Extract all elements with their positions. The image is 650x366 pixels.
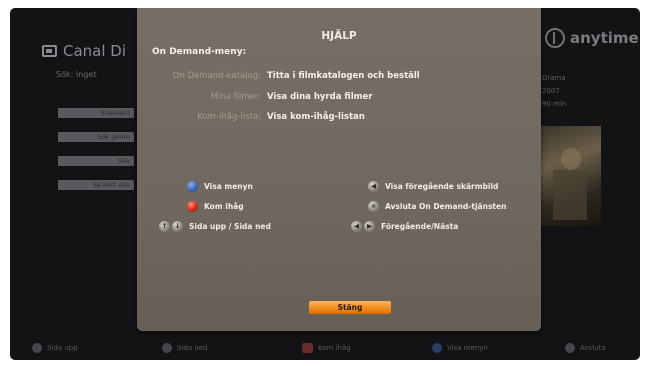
gray-key-icon [162, 343, 172, 353]
background-menu: Standard Sök genre Sök Se bort alla [58, 108, 134, 204]
brand-name: Canal Di [63, 42, 127, 60]
help-row-label: On Demand-katalog: [172, 71, 261, 81]
help-row-value: Visa kom-ihåg-listan [267, 112, 365, 122]
help-row-value: Titta i filmkatalogen och beställ [267, 71, 420, 81]
tv-logo-icon [42, 45, 57, 57]
search-status: Sök: Inget [56, 70, 97, 79]
red-key-icon [187, 201, 198, 212]
bottom-key-item: Sida upp [32, 343, 78, 353]
help-dialog: HJÄLP On Demand-meny: On Demand-katalog:… [137, 8, 541, 331]
exit-key-icon: × [368, 201, 379, 212]
help-row-label: Kom-ihåg-lista: [197, 112, 261, 122]
bottom-key-item: Kom ihåg [302, 343, 351, 353]
movie-year: 2007 [542, 87, 560, 95]
canal-digital-logo: Canal Di [42, 42, 126, 60]
blue-key-icon [432, 343, 442, 353]
movie-duration: 90 min [542, 100, 567, 108]
movie-genre: Drama [542, 74, 566, 82]
dialog-title: HJÄLP [321, 30, 357, 42]
red-key-icon [302, 343, 313, 353]
background-menu-item: Se bort alla [58, 180, 134, 190]
legend-item: ↑ ↓ Sida upp / Sida ned [159, 221, 271, 232]
blue-key-icon [187, 181, 198, 192]
bottom-key-item: Sida ned [162, 343, 208, 353]
close-button[interactable]: Stäng [309, 301, 391, 314]
legend-item: ◀ Visa föregående skärmbild [368, 181, 498, 192]
back-key-icon: ◀ [368, 181, 379, 192]
bottom-key-bar: Sida upp Sida ned Kom ihåg Visa menyn Av… [10, 340, 640, 360]
bottom-key-item: Avsluta [565, 343, 606, 353]
background-menu-item: Sök [58, 156, 134, 166]
anytime-logo: anytime [545, 28, 639, 48]
gray-key-icon [32, 343, 42, 353]
movie-info: Drama 2007 90 min [542, 72, 566, 111]
help-row-label: Mina filmer: [210, 92, 261, 102]
legend-item: × Avsluta On Demand-tjänsten [368, 201, 506, 212]
dialog-subtitle: On Demand-meny: [152, 47, 247, 57]
legend-item: Kom ihåg [187, 201, 244, 212]
tv-screen: Canal Di Sök: Inget Standard Sök genre S… [10, 8, 640, 360]
background-menu-item: Standard [58, 108, 134, 118]
bottom-key-item: Visa menyn [432, 343, 488, 353]
prev-next-keys-icon: ◀ ▶ [351, 221, 375, 232]
anytime-wordmark: anytime [570, 29, 639, 47]
page-keys-icon: ↑ ↓ [159, 221, 183, 232]
legend-item: ◀ ▶ Föregående/Nästa [351, 221, 458, 232]
background-menu-item: Sök genre [58, 132, 134, 142]
legend-item: Visa menyn [187, 181, 253, 192]
anytime-logo-icon [545, 28, 565, 48]
help-row-value: Visa dina hyrda filmer [267, 92, 373, 102]
movie-poster [541, 126, 601, 226]
gray-key-icon [565, 343, 575, 353]
